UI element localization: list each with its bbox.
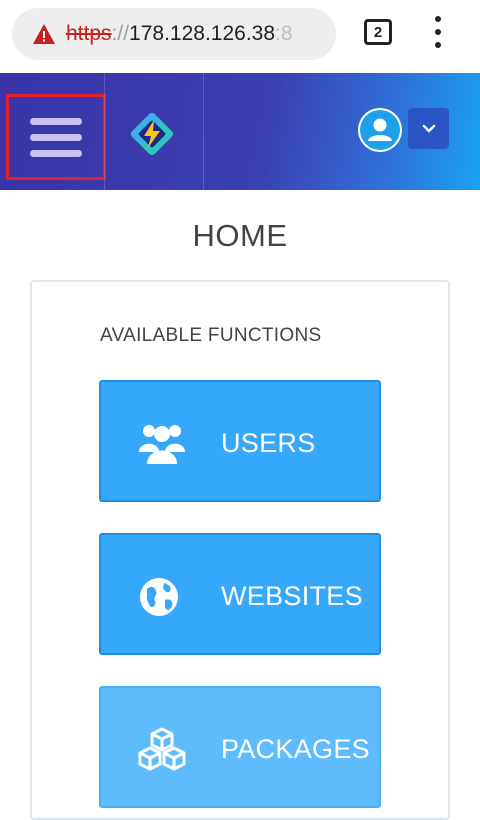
- app-logo-icon[interactable]: [124, 106, 180, 162]
- chevron-down-icon: [422, 124, 435, 133]
- hamburger-menu-icon: [30, 117, 82, 125]
- hamburger-menu-button[interactable]: [6, 94, 106, 180]
- tab-count: 2: [373, 23, 383, 41]
- users-icon: [139, 425, 185, 464]
- users-button-label: USERS: [221, 428, 316, 458]
- page-title: HOME: [192, 218, 288, 253]
- tab-switcher-button[interactable]: 2: [364, 19, 392, 45]
- browser-chrome: https://178.128.126.38:8 2: [0, 0, 480, 73]
- url-separator: ://: [111, 22, 130, 45]
- address-bar[interactable]: https://178.128.126.38:8: [12, 8, 336, 60]
- packages-button-label: PACKAGES: [221, 734, 370, 764]
- websites-button[interactable]: WEBSITES: [99, 533, 381, 655]
- packages-button[interactable]: PACKAGES: [99, 686, 381, 808]
- browser-menu-icon[interactable]: [430, 16, 446, 48]
- users-button[interactable]: USERS: [99, 380, 381, 502]
- websites-button-label: WEBSITES: [221, 581, 363, 611]
- header-divider: [203, 73, 204, 190]
- url-port-fragment: :8: [275, 22, 293, 45]
- not-secure-warning-icon[interactable]: [32, 23, 56, 45]
- user-avatar[interactable]: [358, 108, 402, 152]
- globe-icon: [140, 578, 178, 616]
- user-menu-dropdown-button[interactable]: [408, 108, 449, 149]
- url-host: 178.128.126.38: [129, 22, 276, 45]
- header-divider: [104, 73, 105, 190]
- app-header: [0, 73, 480, 190]
- url-scheme: https: [66, 22, 112, 45]
- section-label: AVAILABLE FUNCTIONS: [100, 325, 322, 346]
- boxes-icon: [138, 727, 186, 771]
- user-avatar-icon: [360, 110, 400, 150]
